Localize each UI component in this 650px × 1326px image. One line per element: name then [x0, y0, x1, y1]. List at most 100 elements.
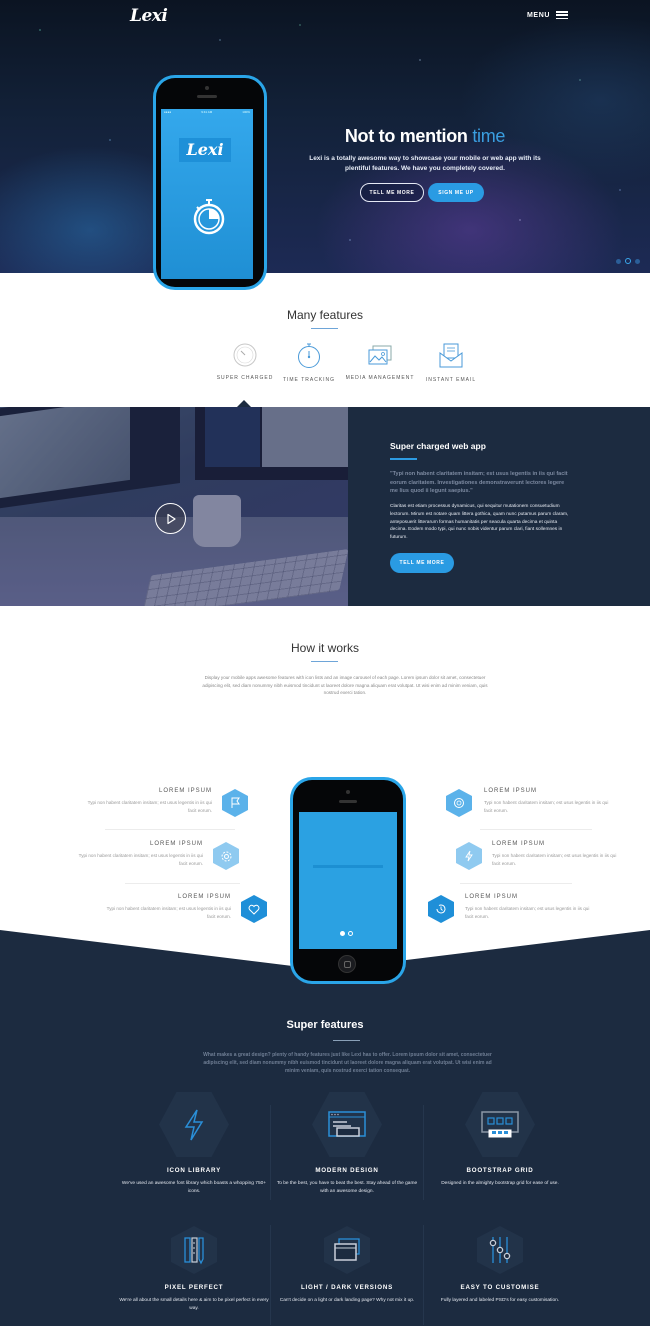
feature-card-light-dark: LIGHT / DARK VERSIONS Can't decide on a …	[272, 1226, 422, 1305]
logo[interactable]: Lexi	[130, 6, 168, 26]
feature-text: Fully layered and labeled PSD's for easy…	[440, 1298, 560, 1303]
hero-title-accent: time	[472, 126, 506, 146]
carousel-dot-1[interactable]	[340, 931, 345, 936]
hero-title: Not to mention time	[300, 126, 550, 147]
tab-time-tracking[interactable]: TIME TRACKING	[269, 343, 349, 383]
item-text: Typi non habent claritatem insitam; est …	[106, 906, 231, 919]
feature-title: PIXEL PERFECT	[164, 1284, 224, 1291]
phone-speaker	[197, 95, 217, 98]
feature-card-pixel-perfect: PIXEL PERFECT We're all about the small …	[119, 1226, 269, 1312]
feature-text: Designed in the almighty bootstrap grid …	[441, 1181, 559, 1186]
item-text: Typi non habent claritatem insitam; est …	[484, 800, 609, 813]
envelope-icon	[439, 343, 463, 368]
phone-screen	[161, 109, 253, 279]
slider-dot-1[interactable]	[616, 258, 621, 264]
feature-text: We're all about the small details here &…	[119, 1298, 269, 1311]
hamburger-icon	[556, 11, 569, 19]
carousel-dots	[340, 931, 353, 936]
feature-text: To be the best, you have to beat the bes…	[276, 1181, 418, 1194]
item-title: LOREM IPSUM	[149, 841, 203, 847]
supercharged-title: Super charged web app	[390, 441, 486, 451]
heart-icon[interactable]	[241, 895, 267, 923]
browser-layout-icon	[328, 1110, 366, 1137]
tab-label: TIME TRACKING	[282, 377, 336, 383]
item-title: LOREM IPSUM	[177, 894, 231, 900]
play-icon	[166, 513, 176, 524]
lightning-bolt-icon	[184, 1109, 204, 1140]
how-item-right-2: LOREM IPSUM Typi non habent claritatem i…	[492, 841, 617, 867]
how-item-left-2: LOREM IPSUM Typi non habent claritatem i…	[78, 841, 203, 867]
feature-text: We've used an awesome font library which…	[121, 1181, 267, 1194]
how-title-underline	[311, 661, 338, 662]
image-gallery-icon	[368, 345, 392, 365]
gear-icon[interactable]	[213, 842, 239, 870]
lightning-icon[interactable]	[456, 842, 482, 870]
supercharged-quote: "Typi non habent claritatem insitam; est…	[390, 471, 568, 494]
how-item-left-1: LOREM IPSUM Typi non habent claritatem i…	[87, 788, 212, 814]
phone-camera	[205, 86, 209, 90]
features-title: Many features	[286, 308, 364, 322]
feature-card-modern-design: MODERN DESIGN To be the best, you have t…	[272, 1092, 422, 1195]
clock-refresh-icon[interactable]	[428, 895, 454, 923]
carousel-dot-2[interactable]	[348, 931, 353, 936]
item-title: LOREM IPSUM	[158, 788, 212, 794]
feature-card-bootstrap-grid: BOOTSTRAP GRID Designed in the almighty …	[425, 1092, 575, 1188]
item-title: LOREM IPSUM	[484, 788, 538, 794]
tell-me-more-button-2[interactable]: TELL ME MORE	[390, 553, 454, 573]
feature-card-easy-customise: EASY TO CUSTOMISE Fully layered and labe…	[425, 1226, 575, 1305]
tab-instant-email[interactable]: INSTANT EMAIL	[411, 343, 491, 383]
slider-dot-3[interactable]	[635, 258, 640, 264]
feature-title: LIGHT / DARK VERSIONS	[300, 1284, 394, 1291]
item-text: Typi non habent claritatem insitam; est …	[87, 800, 212, 813]
tab-label: MEDIA MANAGEMENT	[345, 375, 415, 381]
menu-label: MENU	[527, 11, 551, 19]
super-features-title: Super features	[286, 1019, 364, 1031]
item-text: Typi non habent claritatem insitam; est …	[492, 853, 617, 866]
hero-phone-mockup: ●●●● 9:41 AM 100% Lexi	[153, 75, 267, 290]
play-button[interactable]	[155, 503, 186, 534]
active-tab-pointer	[237, 400, 251, 407]
phone-speaker	[339, 800, 357, 803]
item-title: LOREM IPSUM	[465, 894, 519, 900]
how-description: Display your mobile apps awesome feature…	[202, 675, 488, 695]
tab-media-management[interactable]: MEDIA MANAGEMENT	[340, 343, 420, 381]
aperture-icon[interactable]	[446, 789, 472, 817]
how-item-right-3: LOREM IPSUM Typi non habent claritatem i…	[465, 894, 590, 920]
how-item-right-1: LOREM IPSUM Typi non habent claritatem i…	[484, 788, 609, 814]
phone-camera	[346, 790, 350, 794]
stopwatch-icon	[298, 343, 320, 368]
super-features-underline	[333, 1040, 360, 1041]
phone-app-logo: Lexi	[179, 138, 231, 162]
stopwatch-icon	[193, 199, 225, 235]
how-phone-mockup	[290, 777, 406, 984]
tab-label: INSTANT EMAIL	[425, 377, 477, 383]
home-button	[338, 955, 356, 973]
screen-placeholder-bar	[313, 865, 383, 868]
phone-screen	[299, 812, 397, 949]
item-text: Typi non habent claritatem insitam; est …	[78, 853, 203, 866]
item-title: LOREM IPSUM	[492, 841, 546, 847]
feature-title: ICON LIBRARY	[166, 1167, 222, 1174]
ruler-pencil-icon	[184, 1237, 204, 1265]
flag-icon[interactable]	[222, 789, 248, 817]
how-item-left-3: LOREM IPSUM Typi non habent claritatem i…	[106, 894, 231, 920]
how-title: How it works	[290, 641, 359, 655]
grid-icon	[481, 1110, 519, 1137]
sliders-icon	[489, 1237, 511, 1263]
super-features-description: What makes a great design? plenty of han…	[203, 1052, 492, 1074]
hero-title-main: Not to mention	[344, 126, 468, 146]
tell-me-more-button[interactable]: TELL ME MORE	[360, 183, 424, 202]
supercharged-underline	[390, 458, 417, 460]
feature-card-icon-library: ICON LIBRARY We've used an awesome font …	[119, 1092, 269, 1195]
sign-me-up-button[interactable]: SIGN ME UP	[428, 183, 484, 202]
feature-title: EASY TO CUSTOMISE	[460, 1284, 540, 1291]
feature-text: Can't decide on a light or dark landing …	[279, 1298, 415, 1303]
menu-button[interactable]: MENU	[527, 11, 569, 19]
supercharged-body: Claritas est etiam processus dynamicus, …	[390, 504, 569, 541]
speedometer-icon	[233, 343, 257, 367]
phone-statusbar: ●●●● 9:41 AM 100%	[164, 110, 250, 114]
hero-subtitle: Lexi is a totally awesome way to showcas…	[309, 155, 541, 172]
hero-slider-dots	[616, 258, 640, 264]
slider-dot-2[interactable]	[625, 258, 631, 264]
feature-title: MODERN DESIGN	[315, 1167, 379, 1174]
